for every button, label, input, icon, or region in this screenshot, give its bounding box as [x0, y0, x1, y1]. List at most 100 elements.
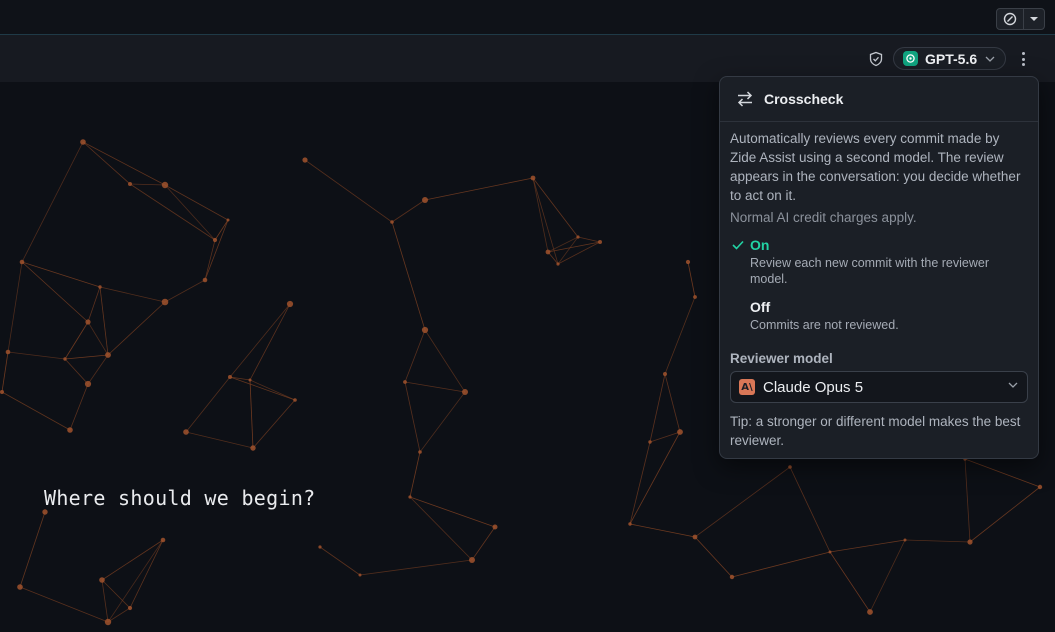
shield-icon[interactable] — [868, 51, 884, 67]
network-edge — [107, 539, 164, 623]
network-node — [418, 450, 422, 454]
network-node — [663, 372, 667, 376]
network-edge — [664, 373, 681, 433]
network-node — [161, 298, 169, 306]
network-edge — [391, 199, 426, 223]
network-node — [99, 577, 105, 583]
network-edge — [359, 559, 473, 576]
reviewer-model-select[interactable]: A\ Claude Opus 5 — [730, 371, 1028, 403]
network-node — [84, 380, 92, 388]
network-edge — [19, 511, 46, 588]
network-node — [828, 550, 832, 554]
network-edge — [107, 607, 131, 623]
network-edge — [404, 329, 426, 383]
network-edge — [229, 376, 251, 381]
network-edge — [21, 261, 89, 323]
welcome-prompt: Where should we begin? — [44, 486, 316, 510]
network-edge — [249, 379, 296, 401]
network-node — [202, 277, 208, 283]
network-node — [692, 534, 698, 540]
network-edge — [99, 286, 166, 303]
network-edge — [1, 351, 9, 393]
network-edge — [164, 184, 216, 241]
network-node — [42, 509, 48, 515]
network-edge — [424, 329, 466, 393]
network-edge — [64, 358, 89, 385]
network-edge — [252, 399, 296, 449]
dropdown-caret-icon — [1030, 17, 1038, 21]
network-edge — [969, 486, 1041, 543]
network-edge — [829, 539, 906, 553]
network-node — [226, 218, 230, 222]
option-off[interactable]: Off Commits are not reviewed. — [730, 299, 1028, 333]
network-edge — [629, 523, 696, 538]
network-edge — [557, 236, 579, 265]
option-on[interactable]: On Review each new commit with the revie… — [730, 237, 1028, 287]
reviewer-tip: Tip: a stronger or different model makes… — [730, 414, 1021, 448]
network-node — [422, 197, 428, 203]
network-edge — [409, 496, 496, 528]
network-node — [160, 537, 166, 543]
chevron-down-icon — [985, 56, 995, 62]
network-node — [63, 357, 67, 361]
crosscheck-popover: Crosscheck Automatically reviews every c… — [719, 76, 1039, 459]
network-node — [788, 465, 792, 469]
checkmark-icon — [732, 240, 744, 250]
network-edge — [731, 551, 831, 578]
network-edge — [1, 391, 71, 431]
chevron-down-icon — [1008, 382, 1018, 388]
network-edge — [64, 354, 109, 360]
network-node — [104, 618, 112, 626]
swap-arrows-icon — [737, 91, 753, 107]
network-edge — [21, 141, 84, 263]
network-edge — [629, 431, 681, 525]
network-node — [576, 235, 580, 239]
network-node — [67, 427, 73, 433]
network-edge — [471, 526, 496, 561]
network-node — [161, 181, 169, 189]
network-edge — [577, 236, 601, 243]
network-edge — [129, 183, 166, 186]
network-edge — [547, 241, 601, 253]
network-node — [212, 237, 218, 243]
network-edge — [694, 466, 791, 538]
network-edge — [101, 539, 164, 581]
network-node — [105, 352, 111, 358]
network-node — [318, 545, 322, 549]
network-edge — [185, 431, 254, 449]
titlebar-menu-button[interactable] — [1023, 9, 1044, 29]
network-edge — [249, 303, 291, 381]
network-edge — [69, 383, 89, 431]
network-edge — [664, 296, 696, 375]
network-edge — [19, 586, 109, 623]
network-node — [1037, 484, 1043, 490]
network-edge — [424, 177, 534, 201]
network-edge — [164, 184, 229, 221]
model-selector[interactable]: GPT-5.6 — [893, 47, 1006, 70]
network-edge — [87, 286, 101, 323]
kebab-menu-icon[interactable] — [1016, 50, 1030, 68]
network-edge — [229, 303, 291, 378]
network-edge — [964, 458, 1041, 488]
network-node — [492, 524, 498, 530]
network-node — [248, 378, 252, 382]
network-node — [530, 175, 536, 181]
network-edge — [99, 286, 109, 356]
network-edge — [419, 391, 466, 453]
network-node — [358, 573, 362, 577]
network-node — [293, 398, 297, 402]
network-node — [729, 574, 735, 580]
network-edge — [64, 321, 89, 360]
network-edge — [904, 539, 971, 543]
network-edge — [404, 381, 466, 393]
reviewer-model-value: Claude Opus 5 — [763, 378, 864, 396]
popover-title: Crosscheck — [764, 91, 844, 107]
network-edge — [557, 241, 601, 265]
feedback-button[interactable] — [997, 9, 1023, 29]
option-on-description: Review each new commit with the reviewer… — [750, 256, 989, 286]
network-edge — [304, 159, 393, 223]
network-node — [19, 259, 25, 265]
network-node — [286, 300, 294, 308]
network-edge — [789, 466, 831, 553]
anthropic-logo-icon: A\ — [739, 379, 755, 395]
